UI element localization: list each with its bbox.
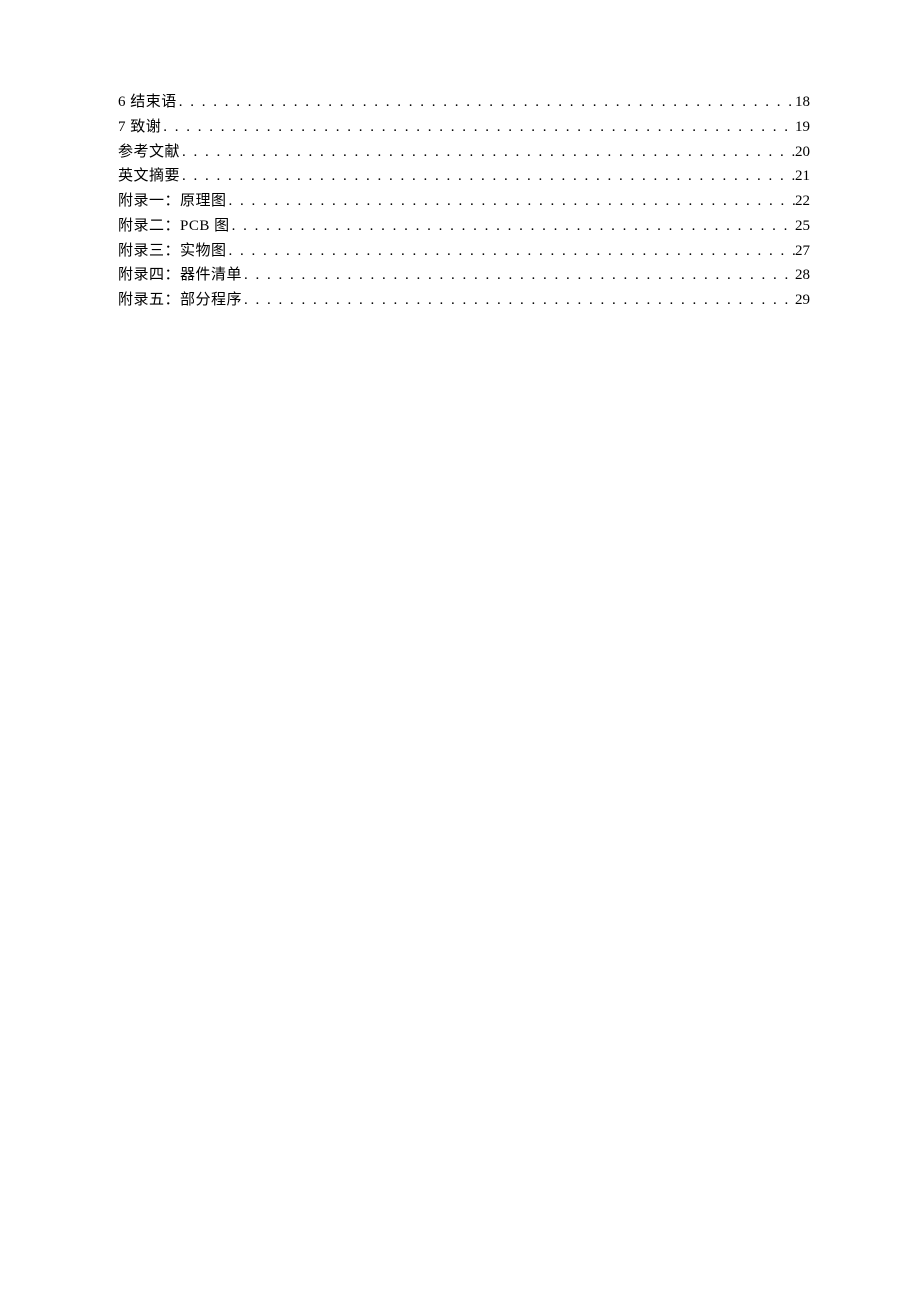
toc-entry: 英文摘要 21 [118, 164, 810, 189]
toc-entry: 附录一：原理图 22 [118, 189, 810, 214]
toc-page-number: 19 [795, 115, 810, 140]
toc-label: 附录二：PCB 图 [118, 214, 230, 239]
toc-label: 附录五：部分程序 [118, 288, 242, 313]
toc-label: 附录三：实物图 [118, 239, 227, 264]
toc-page-number: 22 [795, 189, 810, 214]
toc-label: 附录四：器件清单 [118, 263, 242, 288]
toc-entry: 附录二：PCB 图 25 [118, 214, 810, 239]
toc-leader-dots [161, 115, 795, 140]
toc-leader-dots [227, 189, 795, 214]
table-of-contents: 6 结束语 18 7 致谢 19 参考文献 20 英文摘要 21 附录一：原理图… [118, 90, 810, 313]
toc-page-number: 25 [795, 214, 810, 239]
toc-label: 参考文献 [118, 140, 180, 165]
toc-leader-dots [177, 90, 795, 115]
toc-label: 6 结束语 [118, 90, 177, 115]
toc-leader-dots [242, 288, 795, 313]
toc-label: 英文摘要 [118, 164, 180, 189]
toc-leader-dots [180, 164, 795, 189]
toc-leader-dots [230, 214, 795, 239]
toc-entry: 附录五：部分程序 29 [118, 288, 810, 313]
toc-label: 附录一：原理图 [118, 189, 227, 214]
toc-leader-dots [227, 239, 795, 264]
toc-entry: 7 致谢 19 [118, 115, 810, 140]
toc-entry: 附录四：器件清单 28 [118, 263, 810, 288]
toc-page-number: 27 [795, 239, 810, 264]
toc-page-number: 20 [795, 140, 810, 165]
toc-page-number: 29 [795, 288, 810, 313]
toc-page-number: 21 [795, 164, 810, 189]
toc-page-number: 28 [795, 263, 810, 288]
toc-entry: 附录三：实物图 27 [118, 239, 810, 264]
toc-page-number: 18 [795, 90, 810, 115]
toc-leader-dots [242, 263, 795, 288]
toc-leader-dots [180, 140, 795, 165]
toc-entry: 参考文献 20 [118, 140, 810, 165]
toc-entry: 6 结束语 18 [118, 90, 810, 115]
toc-label: 7 致谢 [118, 115, 161, 140]
